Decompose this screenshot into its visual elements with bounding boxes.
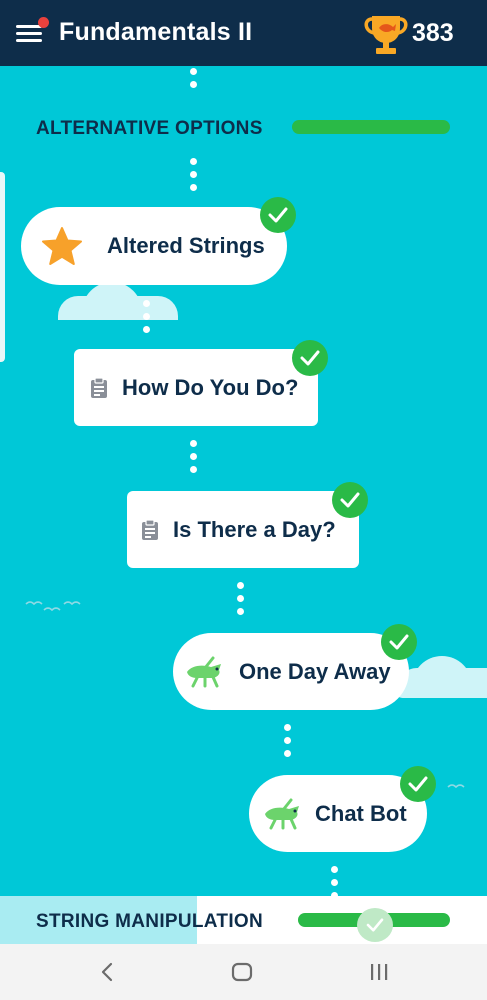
cloud-decoration — [412, 656, 472, 696]
grasshopper-icon — [265, 798, 299, 829]
lesson-node-is-there-a-day[interactable]: Is There a Day? — [127, 482, 368, 568]
clipboard-icon — [91, 376, 107, 398]
checkmark-icon — [332, 482, 368, 518]
notification-dot — [38, 17, 49, 28]
back-icon — [101, 962, 113, 982]
path-dots — [237, 582, 245, 621]
home-icon — [231, 962, 253, 982]
path-dots — [284, 724, 292, 763]
lesson-node-how-do-you-do[interactable]: How Do You Do? — [74, 340, 328, 426]
back-button[interactable] — [92, 958, 122, 986]
lesson-title: Chat Bot — [315, 800, 407, 826]
trophy-icon[interactable] — [362, 12, 410, 56]
path-dots — [190, 158, 198, 197]
lesson-title: Altered Strings — [107, 233, 265, 258]
lesson-node-chat-bot[interactable]: Chat Bot — [249, 766, 436, 852]
lesson-title: One Day Away — [239, 658, 391, 684]
menu-button[interactable] — [14, 17, 49, 46]
grasshopper-icon — [187, 656, 221, 687]
path-dots — [143, 300, 151, 339]
menu-icon-line — [16, 32, 42, 35]
checkmark-icon — [260, 197, 296, 233]
system-navigation-bar — [0, 944, 487, 1000]
recents-button[interactable] — [364, 958, 394, 986]
checkmark-icon — [357, 908, 393, 942]
lesson-title: How Do You Do? — [122, 374, 299, 400]
top-app-bar: Fundamentals II 383 — [0, 0, 487, 66]
home-button[interactable] — [227, 958, 257, 986]
recents-icon — [371, 964, 388, 980]
checkmark-icon — [292, 340, 328, 376]
lesson-title: Is There a Day? — [173, 516, 336, 542]
cloud-decoration — [82, 282, 142, 320]
side-drawer-handle[interactable] — [0, 172, 5, 362]
section-title-alternative-options: ALTERNATIVE OPTIONS — [36, 118, 263, 139]
path-dots — [190, 440, 198, 479]
lesson-node-altered-strings[interactable]: Altered Strings — [21, 197, 296, 285]
birds-decoration — [25, 601, 81, 612]
menu-icon-line — [16, 39, 42, 42]
bird-decoration — [447, 784, 465, 789]
section-title-string-manipulation: STRING MANIPULATION — [36, 911, 264, 932]
section-progress-bar — [292, 120, 450, 134]
clipboard-icon — [142, 518, 158, 540]
lesson-node-one-day-away[interactable]: One Day Away — [173, 624, 417, 710]
path-dots — [190, 68, 198, 94]
checkmark-icon — [400, 766, 436, 802]
checkmark-icon — [381, 624, 417, 660]
star-icon — [42, 227, 82, 265]
course-title: Fundamentals II — [59, 18, 253, 46]
score-count: 383 — [412, 19, 454, 47]
